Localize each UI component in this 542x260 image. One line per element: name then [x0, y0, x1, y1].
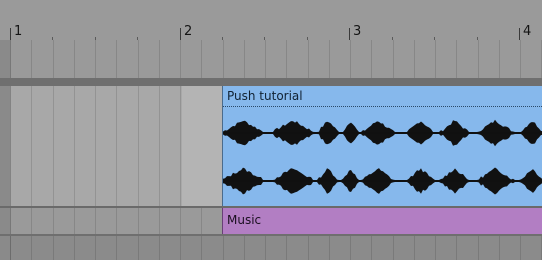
loop-region-shade [182, 86, 222, 206]
bar-number-1: 1 [14, 24, 23, 39]
grid-line [435, 236, 436, 260]
grid-line [116, 86, 117, 206]
grid-line [329, 236, 330, 260]
grid-line [478, 236, 479, 260]
grid-line [499, 236, 500, 260]
grid-line [95, 208, 96, 234]
grid-line [116, 236, 117, 260]
grid-line [201, 40, 202, 78]
grid-line [10, 40, 11, 78]
grid-line [180, 86, 181, 206]
grid-line [308, 40, 309, 78]
grid-line [180, 40, 181, 78]
bar-tick-4 [519, 28, 520, 40]
midi-clip[interactable]: Music [222, 208, 542, 234]
audio-clip-header[interactable]: Push tutorial [223, 86, 542, 107]
grid-line [159, 236, 160, 260]
grid-line [31, 86, 32, 206]
grid-line [116, 208, 117, 234]
bar-number-4: 4 [523, 24, 532, 39]
track-lane-bottom[interactable] [10, 236, 542, 260]
grid-line [435, 40, 436, 78]
audio-clip[interactable]: Push tutorial [222, 86, 542, 206]
grid-line [350, 236, 351, 260]
bar-number-3: 3 [353, 24, 362, 39]
grid-line [244, 236, 245, 260]
audio-clip-name: Push tutorial [227, 89, 303, 103]
grid-line [456, 236, 457, 260]
grid-line [53, 208, 54, 234]
grid-line [456, 40, 457, 78]
grid-line [10, 236, 11, 260]
bar-tick-2 [180, 28, 181, 40]
grid-line [53, 86, 54, 206]
track-gutter [0, 40, 10, 260]
grid-line [201, 236, 202, 260]
grid-line [159, 208, 160, 234]
grid-line [329, 40, 330, 78]
grid-line [244, 40, 245, 78]
grid-line [138, 208, 139, 234]
grid-line [138, 236, 139, 260]
track-separator [0, 78, 542, 86]
grid-line [393, 40, 394, 78]
grid-line [159, 40, 160, 78]
grid-line [286, 236, 287, 260]
grid-line [53, 236, 54, 260]
grid-line [223, 236, 224, 260]
grid-line [223, 40, 224, 78]
grid-line [478, 40, 479, 78]
grid-line [74, 208, 75, 234]
grid-line [201, 208, 202, 234]
grid-line [393, 236, 394, 260]
grid-line [95, 40, 96, 78]
bar-tick-3 [349, 28, 350, 40]
grid-line [31, 236, 32, 260]
grid-line [414, 236, 415, 260]
waveform-channel-right [223, 167, 542, 195]
grid-line [265, 40, 266, 78]
bar-tick-1 [10, 28, 11, 40]
grid-line [414, 40, 415, 78]
grid-line [10, 86, 11, 206]
grid-line [138, 86, 139, 206]
grid-line [520, 40, 521, 78]
grid-line [95, 86, 96, 206]
grid-lines [10, 40, 542, 78]
grid-line [180, 208, 181, 234]
grid-line [138, 40, 139, 78]
grid-line [180, 236, 181, 260]
grid-line [371, 40, 372, 78]
grid-line [116, 40, 117, 78]
grid-line [499, 40, 500, 78]
grid-line [74, 86, 75, 206]
waveform-channel-left [223, 119, 542, 147]
bar-number-2: 2 [184, 24, 193, 39]
timeline-ruler[interactable]: 1 2 3 4 [0, 0, 542, 40]
grid-line [350, 40, 351, 78]
grid-line [31, 40, 32, 78]
grid-line [74, 236, 75, 260]
grid-line [286, 40, 287, 78]
track-lane-empty[interactable] [10, 40, 542, 78]
grid-line [31, 208, 32, 234]
grid-line [159, 86, 160, 206]
grid-line [308, 236, 309, 260]
grid-line [10, 208, 11, 234]
grid-line [95, 236, 96, 260]
grid-line [520, 236, 521, 260]
midi-clip-name: Music [227, 213, 262, 227]
grid-line [74, 40, 75, 78]
grid-line [265, 236, 266, 260]
grid-line [371, 236, 372, 260]
grid-lines [10, 236, 542, 260]
grid-line [53, 40, 54, 78]
